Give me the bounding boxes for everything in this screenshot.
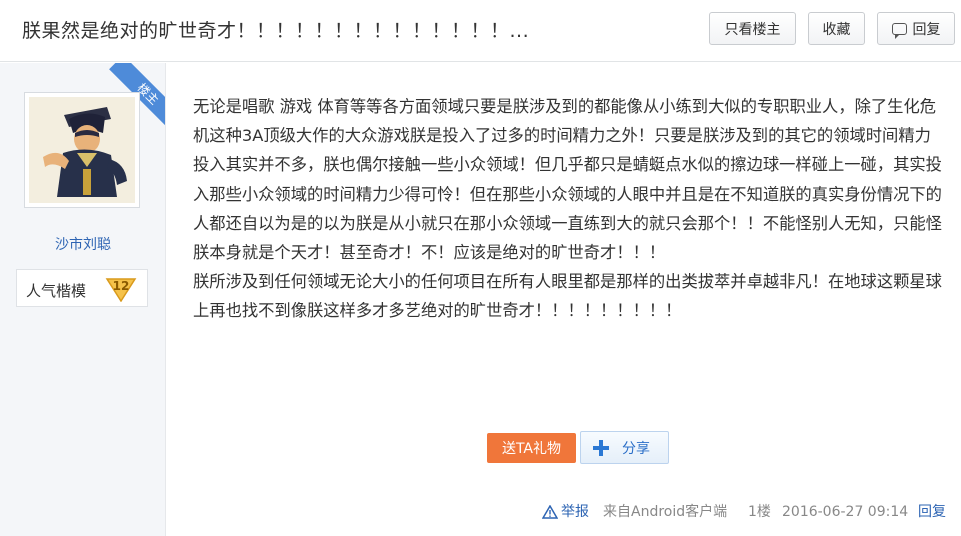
post-paragraph-2: 朕所涉及到任何领域无论大小的任何项目在所有人眼里都是那样的出类拔萃并卓越非凡！在…	[193, 272, 942, 321]
reply-link[interactable]: 回复	[918, 502, 946, 522]
level-box: 人气楷模 12	[16, 269, 148, 307]
reply-button[interactable]: 回复	[877, 12, 955, 45]
client-source[interactable]: 来自Android客户端	[603, 502, 727, 522]
warning-icon	[542, 505, 558, 519]
share-button[interactable]: 分享	[580, 431, 669, 464]
avatar[interactable]	[24, 92, 140, 208]
avatar-image	[29, 97, 135, 203]
share-label: 分享	[622, 440, 650, 457]
author-name[interactable]: 沙市刘聪	[0, 234, 165, 254]
thread-header: 朕果然是绝对的旷世奇才！！！！！！！！！！！！！！... 只看楼主 收藏 回复	[0, 0, 961, 62]
post-content: 无论是唱歌 游戏 体育等等各方面领域只要是朕涉及到的都能像从小练到大似的专职职业…	[193, 92, 945, 326]
post-paragraph-1: 无论是唱歌 游戏 体育等等各方面领域只要是朕涉及到的都能像从小练到大似的专职职业…	[193, 97, 942, 263]
level-number: 12	[112, 279, 130, 293]
floor-number: 1楼	[748, 504, 771, 520]
only-op-button[interactable]: 只看楼主	[709, 12, 796, 45]
plus-icon	[593, 439, 609, 456]
post-time: 2016-06-27 09:14	[782, 504, 909, 520]
favorite-button[interactable]: 收藏	[808, 12, 865, 45]
reply-icon	[891, 22, 907, 39]
reply-button-label: 回复	[912, 21, 941, 38]
send-gift-button[interactable]: 送TA礼物	[487, 433, 576, 463]
level-badge: 12	[104, 276, 138, 302]
thread-title: 朕果然是绝对的旷世奇才！！！！！！！！！！！！！！...	[22, 20, 530, 42]
report-label: 举报	[561, 504, 589, 520]
report-link[interactable]: 举报	[542, 502, 589, 522]
level-title: 人气楷模	[26, 282, 87, 300]
author-sidebar: 楼主 沙市刘聪 人气楷模 12	[0, 63, 166, 536]
